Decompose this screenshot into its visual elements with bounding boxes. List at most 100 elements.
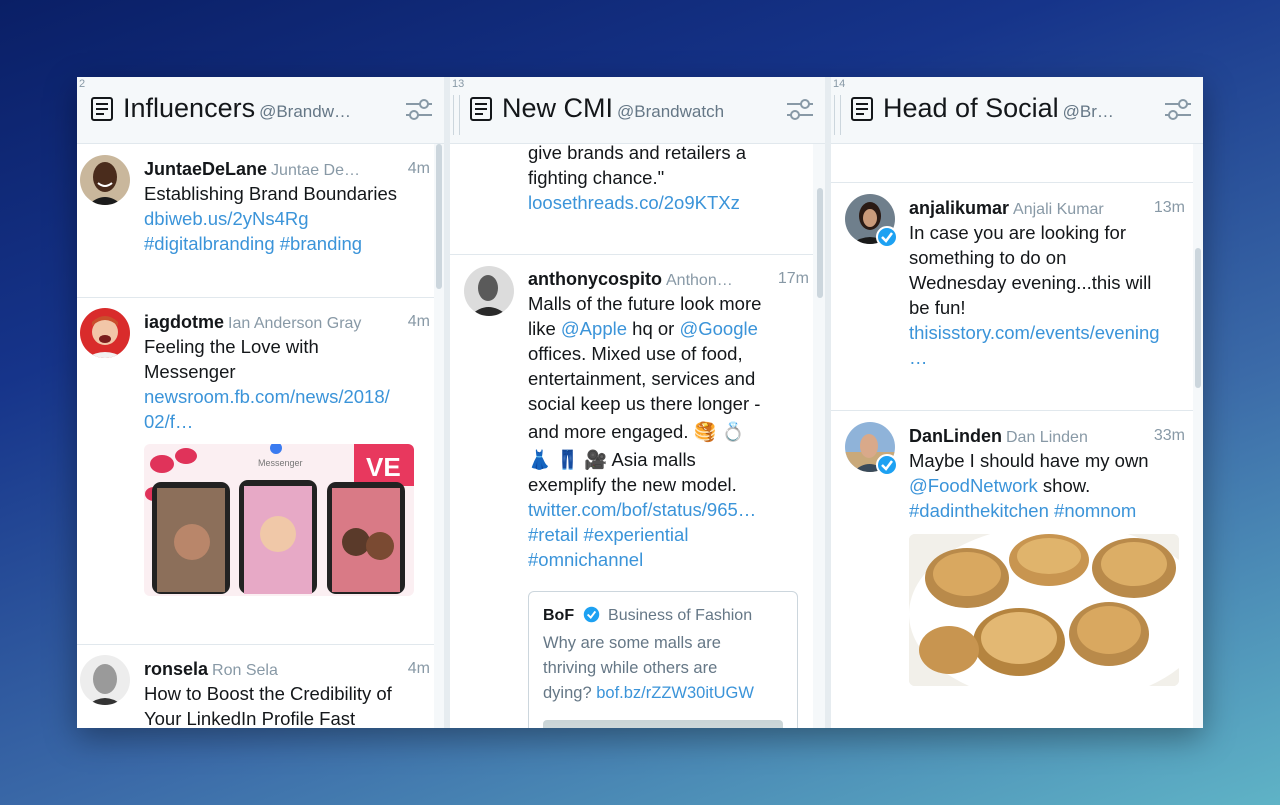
tweet-timestamp[interactable]: 4m <box>408 157 430 181</box>
tweet-hashtags[interactable]: #omnichannel <box>528 547 808 572</box>
quote-link[interactable]: bof.bz/rZZW30itUGW <box>596 684 754 702</box>
mention-apple[interactable]: @Apple <box>561 318 627 339</box>
tweet[interactable]: JuntaeDeLane Juntae De… 4m Establishing B… <box>77 144 434 298</box>
tweet-media-image[interactable] <box>909 534 1179 686</box>
column-drag-handle[interactable] <box>453 95 460 135</box>
tweet-timestamp[interactable]: 4m <box>408 657 430 681</box>
tweet-handle: anjalikumar <box>909 198 1010 218</box>
tweet-hashtags[interactable]: #retail #experiential <box>528 522 808 547</box>
tweet[interactable]: anjalikumar Anjali Kumar 13m In case you … <box>831 182 1193 411</box>
tweet-link-cont[interactable]: 02/f… <box>144 409 434 434</box>
scrollbar[interactable] <box>813 144 825 728</box>
tweet-fullname: Ian Anderson Gray <box>228 315 362 332</box>
filter-sliders-icon[interactable] <box>404 95 434 123</box>
verified-badge-icon <box>876 226 898 248</box>
avatar[interactable] <box>80 308 130 358</box>
tweet-partial[interactable]: give brands and retailers a fighting cha… <box>450 144 815 255</box>
tweet-handle: anthonycospito <box>528 269 662 289</box>
tweet-header: ronsela Ron Sela <box>144 657 278 683</box>
scrollbar[interactable] <box>434 144 444 728</box>
avatar[interactable] <box>80 655 130 705</box>
tweet-fullname: Dan Linden <box>1006 429 1088 446</box>
scroll-thumb[interactable] <box>817 188 823 298</box>
filter-sliders-icon[interactable] <box>1163 95 1193 123</box>
avatar[interactable] <box>464 266 514 316</box>
column-number: 2 <box>79 78 86 90</box>
tweet-header: DanLinden Dan Linden <box>909 424 1088 450</box>
column-header[interactable]: 13 New CMI @Brandwatch <box>450 77 825 144</box>
quote-media-image[interactable] <box>543 720 783 728</box>
tweet[interactable]: anthonycospito Anthon… 17m Malls of the f… <box>450 254 815 728</box>
tweet-timestamp[interactable]: 17m <box>778 267 809 291</box>
scroll-thumb[interactable] <box>436 144 442 289</box>
quoted-tweet[interactable]: BoF Business of Fashion Why are some mal… <box>528 591 798 728</box>
tweet-text: How to Boost the Credibility of Your Lin… <box>144 683 392 728</box>
tweet-text: Feeling the Love with Messenger newsroom… <box>144 334 434 434</box>
tweet-handle: ronsela <box>144 659 209 679</box>
tweet-link[interactable]: newsroom.fb.com/news/2018/ <box>144 384 434 409</box>
tweet-fullname: Anjali Kumar <box>1013 201 1104 218</box>
tweet-timestamp[interactable]: 4m <box>408 310 430 334</box>
list-icon <box>851 97 873 121</box>
column-number: 14 <box>833 78 846 90</box>
tweet-link[interactable]: loosethreads.co/2o9KTXz <box>528 190 808 215</box>
tweet-link[interactable]: thisisstory.com/events/evening <box>909 320 1189 345</box>
tweet-header: anthonycospito Anthon… <box>528 267 733 293</box>
column-header[interactable]: 14 Head of Social @Br… <box>831 77 1203 144</box>
tweet-hashtags[interactable]: #digitalbranding #branding <box>144 231 434 256</box>
mention-foodnetwork[interactable]: @FoodNetwork <box>909 475 1038 496</box>
tweet-handle: DanLinden <box>909 426 1002 446</box>
tweet-fullname: Juntae De… <box>271 162 360 179</box>
column-timeline[interactable]: JuntaeDeLane Juntae De… 4m Establishing B… <box>77 144 444 728</box>
tweet-header: JuntaeDeLane Juntae De… <box>144 157 360 183</box>
quote-handle: BoF <box>543 607 575 624</box>
tweet-header: anjalikumar Anjali Kumar <box>909 196 1104 222</box>
filter-sliders-icon[interactable] <box>785 95 815 123</box>
mention-google[interactable]: @Google <box>679 318 757 339</box>
quote-text: Why are some malls are thriving while ot… <box>543 634 754 702</box>
tweet-text: Establishing Brand Boundaries dbiweb.us/… <box>144 181 434 256</box>
column-account: @Brandwatch <box>617 102 725 121</box>
column-timeline[interactable]: give brands and retailers a fighting cha… <box>450 144 825 728</box>
tweet-partial[interactable] <box>831 144 1193 183</box>
column-timeline[interactable]: anjalikumar Anjali Kumar 13m In case you … <box>831 144 1203 728</box>
scroll-thumb[interactable] <box>1195 248 1201 388</box>
tweet-link[interactable]: dbiweb.us/2yNs4Rg <box>144 206 434 231</box>
column-header[interactable]: 2 Influencers @Brandw… <box>77 77 444 144</box>
tweet-link-cont[interactable]: … <box>909 345 1189 370</box>
tweet-fullname: Ron Sela <box>212 662 278 679</box>
scrollbar[interactable] <box>1193 144 1203 728</box>
tweet-timestamp[interactable]: 33m <box>1154 424 1185 448</box>
tweet-text: Maybe I should have my own @FoodNetwork … <box>909 448 1189 523</box>
tweet-header: iagdotme Ian Anderson Gray <box>144 310 361 336</box>
tweet-text: In case you are looking for something to… <box>909 220 1189 370</box>
tweet-text: Malls of the future look more like @Appl… <box>528 291 808 572</box>
column-drag-handle[interactable] <box>834 95 841 135</box>
column-title: New CMI @Brandwatch <box>502 93 725 123</box>
tweet-media-image[interactable]: Messenger VE <box>144 444 414 596</box>
column-account: @Br… <box>1062 102 1114 121</box>
tweet[interactable]: ronsela Ron Sela 4m How to Boost the Cred… <box>77 644 434 728</box>
avatar[interactable] <box>80 155 130 205</box>
media-badge-text: VE <box>366 452 401 482</box>
column-account: @Brandw… <box>259 102 351 121</box>
media-caption: Messenger <box>258 458 303 468</box>
column-number: 13 <box>452 78 465 90</box>
tweet-hashtags[interactable]: #dadinthekitchen #nomnom <box>909 498 1189 523</box>
column-title: Head of Social @Br… <box>883 93 1114 123</box>
column-influencers: 2 Influencers @Brandw… JuntaeDeLane Juntae… <box>77 77 444 728</box>
list-icon <box>470 97 492 121</box>
tweet[interactable]: iagdotme Ian Anderson Gray 4m Feeling the… <box>77 297 434 645</box>
tweet-text: give brands and retailers a fighting cha… <box>528 144 808 215</box>
list-icon <box>91 97 113 121</box>
tweet-link[interactable]: twitter.com/bof/status/965… <box>528 497 808 522</box>
verified-badge-icon <box>583 606 599 623</box>
tweet-timestamp[interactable]: 13m <box>1154 196 1185 220</box>
quote-fullname: Business of Fashion <box>608 607 753 624</box>
column-title: Influencers @Brandw… <box>123 93 351 123</box>
column-new-cmi: 13 New CMI @Brandwatch give brands and re… <box>450 77 825 728</box>
verified-badge-icon <box>876 454 898 476</box>
tweet[interactable]: DanLinden Dan Linden 33m Maybe I should h… <box>831 410 1193 728</box>
tweet-handle: JuntaeDeLane <box>144 159 268 179</box>
quote-header: BoF Business of Fashion <box>543 605 752 627</box>
